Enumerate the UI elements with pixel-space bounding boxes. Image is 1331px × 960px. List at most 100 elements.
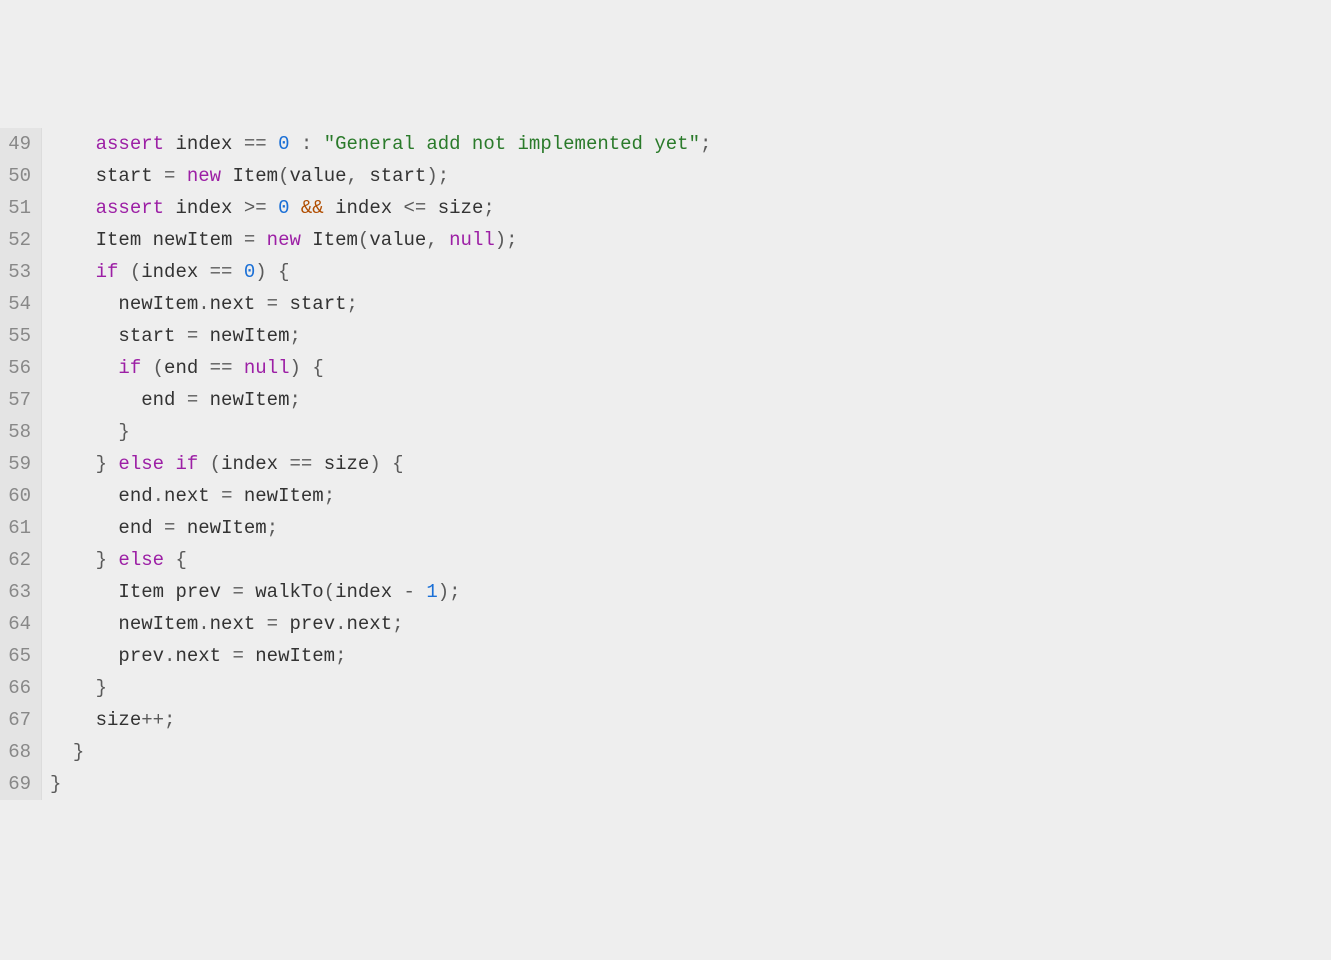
code-token: index [175,197,232,219]
code-content[interactable]: } [42,736,1331,768]
code-token: next [164,485,210,507]
code-token: Item [232,165,278,187]
code-token: null [449,229,495,251]
code-token: start [118,325,175,347]
code-token: ; [700,133,711,155]
code-token: . [198,293,209,315]
code-token: newItem [118,613,198,635]
line-number: 50 [0,160,42,192]
code-token: >= [244,197,267,219]
code-line[interactable]: 56 if (end == null) { [0,352,1331,384]
code-content[interactable]: start = newItem; [42,320,1331,352]
code-content[interactable]: Item prev = walkTo(index - 1); [42,576,1331,608]
code-token: size [96,709,142,731]
code-token: } [96,549,107,571]
code-line[interactable]: 50 start = new Item(value, start); [0,160,1331,192]
code-line[interactable]: 54 newItem.next = start; [0,288,1331,320]
code-line[interactable]: 49 assert index == 0 : "General add not … [0,128,1331,160]
code-content[interactable]: } [42,416,1331,448]
code-content[interactable]: end = newItem; [42,512,1331,544]
code-line[interactable]: 58 } [0,416,1331,448]
code-token: next [175,645,221,667]
code-content[interactable]: newItem.next = start; [42,288,1331,320]
code-line[interactable]: 62 } else { [0,544,1331,576]
code-token: = [232,581,243,603]
code-token: prev [289,613,335,635]
code-token: : [301,133,312,155]
code-line[interactable]: 55 start = newItem; [0,320,1331,352]
code-token: == [289,453,312,475]
code-content[interactable]: } else { [42,544,1331,576]
code-token: { [175,549,186,571]
code-token: . [198,613,209,635]
code-content[interactable]: } else if (index == size) { [42,448,1331,480]
line-number: 67 [0,704,42,736]
code-content[interactable]: end.next = newItem; [42,480,1331,512]
code-line[interactable]: 63 Item prev = walkTo(index - 1); [0,576,1331,608]
code-token: { [392,453,403,475]
code-content[interactable]: } [42,672,1331,704]
code-content[interactable]: end = newItem; [42,384,1331,416]
code-token: ) [495,229,506,251]
code-line[interactable]: 51 assert index >= 0 && index <= size; [0,192,1331,224]
line-number: 56 [0,352,42,384]
code-token: = [164,517,175,539]
code-line[interactable]: 61 end = newItem; [0,512,1331,544]
code-line[interactable]: 64 newItem.next = prev.next; [0,608,1331,640]
code-line[interactable]: 69} [0,768,1331,800]
code-line[interactable]: 52 Item newItem = new Item(value, null); [0,224,1331,256]
code-line[interactable]: 57 end = newItem; [0,384,1331,416]
code-content[interactable]: Item newItem = new Item(value, null); [42,224,1331,256]
code-token: end [141,389,175,411]
code-token: <= [404,197,427,219]
code-token: - [404,581,415,603]
code-line[interactable]: 67 size++; [0,704,1331,736]
code-token: 1 [426,581,437,603]
code-token: null [244,357,290,379]
code-token: Item [118,581,164,603]
code-token: ; [164,709,175,731]
code-content[interactable]: if (end == null) { [42,352,1331,384]
code-line[interactable]: 60 end.next = newItem; [0,480,1331,512]
code-line[interactable]: 53 if (index == 0) { [0,256,1331,288]
code-token: index [335,581,392,603]
code-token: next [210,613,256,635]
code-token: ) [255,261,266,283]
code-token: = [267,613,278,635]
code-content[interactable]: prev.next = newItem; [42,640,1331,672]
code-content[interactable]: start = new Item(value, start); [42,160,1331,192]
code-token: ; [483,197,494,219]
code-token: "General add not implemented yet" [324,133,700,155]
code-line[interactable]: 65 prev.next = newItem; [0,640,1331,672]
line-number: 61 [0,512,42,544]
code-content[interactable]: assert index == 0 : "General add not imp… [42,128,1331,160]
code-token: = [187,325,198,347]
code-content[interactable]: size++; [42,704,1331,736]
code-token: } [96,677,107,699]
code-token: ; [449,581,460,603]
code-token: == [210,357,233,379]
code-token: index [221,453,278,475]
code-token: start [96,165,153,187]
code-token: newItem [244,485,324,507]
code-line[interactable]: 68 } [0,736,1331,768]
code-token: Item [96,229,142,251]
line-number: 65 [0,640,42,672]
code-line[interactable]: 66 } [0,672,1331,704]
code-token: ) [438,581,449,603]
code-token: ( [358,229,369,251]
code-token: { [312,357,323,379]
code-content[interactable]: if (index == 0) { [42,256,1331,288]
code-token: ) [290,357,301,379]
line-number: 51 [0,192,42,224]
code-line[interactable]: 59 } else if (index == size) { [0,448,1331,480]
code-token: newItem [118,293,198,315]
code-token: . [164,645,175,667]
code-content[interactable]: } [42,768,1331,800]
code-content[interactable]: newItem.next = prev.next; [42,608,1331,640]
code-token: end [164,357,198,379]
code-token: newItem [153,229,233,251]
code-content[interactable]: assert index >= 0 && index <= size; [42,192,1331,224]
code-editor[interactable]: 49 assert index == 0 : "General add not … [0,128,1331,800]
code-token: size [438,197,484,219]
